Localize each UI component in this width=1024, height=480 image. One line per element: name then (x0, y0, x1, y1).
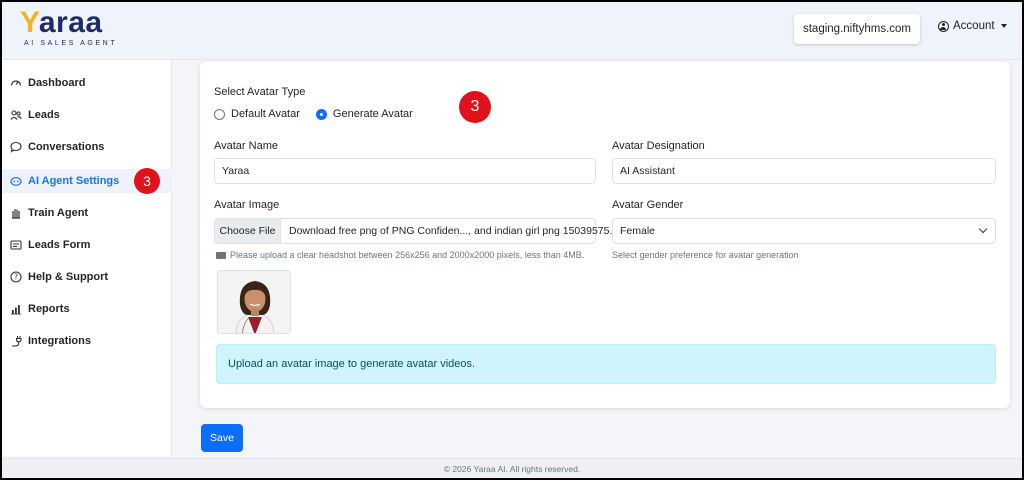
account-menu[interactable]: Account (938, 20, 1007, 32)
footer-copyright: © 2026 Yaraa AI. All rights reserved. (2, 458, 1022, 478)
avatar-designation-input[interactable]: AI Assistant (612, 158, 996, 184)
avatar-name-label: Avatar Name (214, 140, 278, 152)
gender-help-text: Select gender preference for avatar gene… (612, 250, 799, 260)
selected-file-name: Download free png of PNG Confiden..., an… (289, 225, 627, 237)
choose-file-button[interactable]: Choose File (215, 219, 281, 243)
sidebar-item-integrations[interactable]: Integrations (2, 329, 172, 353)
chevron-down-icon (978, 224, 988, 234)
radio-generate-avatar-label[interactable]: Generate Avatar (333, 108, 413, 120)
user-circle-icon (938, 20, 949, 32)
question-circle-icon: ? (10, 271, 22, 283)
account-label: Account (953, 20, 995, 32)
radio-default-avatar-label[interactable]: Default Avatar (231, 108, 300, 120)
avatar-designation-label: Avatar Designation (612, 140, 705, 152)
logo-tagline: AI SALES AGENT (24, 40, 118, 47)
envelope-icon (216, 251, 226, 259)
svg-text:?: ? (14, 273, 18, 282)
domain-button[interactable]: staging.niftyhms.com (794, 14, 920, 44)
form-icon (10, 239, 22, 251)
avatar-gender-value: Female (620, 225, 656, 237)
sidebar-item-train-agent[interactable]: Train Agent (2, 201, 172, 225)
avatar-image-file-input[interactable]: Choose File Download free png of PNG Con… (214, 218, 626, 244)
avatar-image-label: Avatar Image (214, 199, 280, 211)
sidebar-item-leads[interactable]: Leads (2, 103, 172, 127)
sidebar: Dashboard Leads Conversations AI Agent S… (2, 60, 172, 456)
avatar-gender-label: Avatar Gender (612, 199, 684, 211)
avatar-image-preview (217, 270, 291, 334)
avatar-portrait-image (218, 271, 290, 333)
sidebar-item-reports[interactable]: Reports (2, 297, 172, 321)
people-icon (10, 109, 22, 121)
plug-icon (10, 335, 22, 347)
avatar-type-label: Select Avatar Type (214, 86, 306, 98)
sidebar-item-leads-form[interactable]: Leads Form (2, 233, 172, 257)
radio-default-avatar[interactable] (214, 108, 225, 120)
hand-icon (10, 207, 22, 219)
radio-generate-avatar[interactable] (315, 108, 327, 120)
info-alert: Upload an avatar image to generate avata… (216, 344, 996, 384)
robot-eye-icon (10, 175, 22, 187)
avatar-gender-select[interactable]: Female (612, 218, 996, 244)
save-button[interactable]: Save (201, 424, 243, 452)
brand-logo[interactable]: Yaraa AI SALES AGENT (14, 6, 124, 54)
chat-bubble-icon (10, 141, 22, 153)
dashboard-gauge-icon (10, 77, 22, 89)
avatar-name-input[interactable]: Yaraa (214, 158, 596, 184)
avatar-type-radio-group: Default Avatar Generate Avatar (214, 108, 413, 120)
bar-chart-icon (10, 303, 22, 315)
top-header: Yaraa AI SALES AGENT staging.niftyhms.co… (2, 2, 1022, 60)
logo-wordmark: Yaraa (20, 6, 103, 39)
sidebar-item-help-support[interactable]: ? Help & Support (2, 265, 172, 289)
caret-down-icon (1000, 24, 1007, 28)
app-window: Yaraa AI SALES AGENT staging.niftyhms.co… (2, 2, 1022, 478)
sidebar-item-dashboard[interactable]: Dashboard (2, 71, 172, 95)
image-help-text: Please upload a clear headshot between 2… (216, 250, 584, 260)
avatar-settings-card: Select Avatar Type Default Avatar Genera… (200, 62, 1010, 408)
content-gutter (172, 60, 200, 456)
sidebar-item-conversations[interactable]: Conversations (2, 135, 172, 159)
step-badge-form: 3 (459, 91, 491, 123)
step-badge-sidebar: 3 (134, 168, 160, 194)
